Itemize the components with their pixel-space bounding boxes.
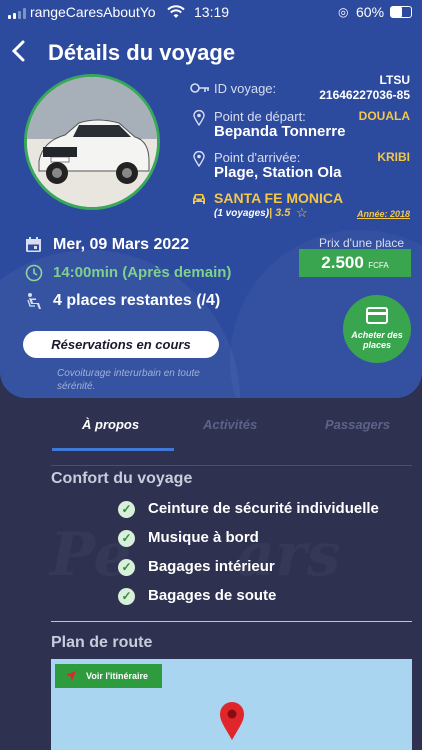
check-icon: ✓ <box>118 588 135 605</box>
trip-id-label: ID voyage: <box>214 81 277 96</box>
clock-icon <box>25 264 43 282</box>
carrier-name: rangeCaresAboutYo <box>30 4 156 20</box>
car-photo <box>24 74 160 210</box>
price-badge: 2.500 FCFA <box>299 249 411 277</box>
clock-time: 13:19 <box>194 4 230 20</box>
navigation-arrow-icon <box>66 671 76 681</box>
comfort-item: Bagages intérieur <box>148 558 275 575</box>
wifi-icon <box>167 5 185 18</box>
departure-label: Point de départ: <box>214 109 306 124</box>
arrival-place: Plage, Station Ola <box>214 164 342 181</box>
map-pin-icon <box>220 702 244 740</box>
signal-icon <box>8 8 28 19</box>
status-bar: rangeCaresAboutYo 13:19 ◎ 60% <box>0 0 422 24</box>
chevron-left-icon <box>11 40 25 62</box>
car-rating: | 3.5 <box>269 207 291 219</box>
calendar-icon <box>26 237 41 252</box>
tab-a-propos[interactable]: À propos <box>82 417 139 432</box>
price-currency: FCFA <box>368 261 389 270</box>
comfort-section-title: Confort du voyage <box>51 470 193 487</box>
divider <box>51 621 412 622</box>
divider <box>51 465 412 466</box>
battery-percentage: 60% <box>356 4 385 20</box>
arrival-city: KRIBI <box>377 150 410 164</box>
departure-place: Bepanda Tonnerre <box>214 123 346 140</box>
view-route-button[interactable]: Voir l'itinéraire <box>55 664 162 688</box>
trip-id-value-line1: LTSU <box>379 73 410 87</box>
location-pin-icon <box>193 110 205 126</box>
buy-seats-button[interactable]: Acheter des places <box>343 295 411 363</box>
check-icon: ✓ <box>118 559 135 576</box>
key-icon <box>190 83 209 93</box>
star-icon: ☆ <box>296 205 308 220</box>
price-label: Prix d'une place <box>319 236 405 250</box>
orientation-lock-icon: ◎ <box>338 5 349 19</box>
car-trip-count: (1 voyages) <box>214 208 270 219</box>
back-button[interactable] <box>10 38 26 68</box>
battery-icon <box>390 6 412 18</box>
comfort-item: Musique à bord <box>148 529 259 546</box>
departure-city: DOUALA <box>358 109 410 123</box>
seat-icon <box>27 293 41 309</box>
check-icon: ✓ <box>118 530 135 547</box>
reservations-button[interactable]: Réservations en cours <box>23 331 219 358</box>
tab-activites[interactable]: Activités <box>203 417 257 432</box>
tab-passagers[interactable]: Passagers <box>325 417 390 432</box>
active-tab-indicator <box>52 448 174 451</box>
car-icon <box>193 194 205 204</box>
buy-seats-label-1: Acheter des <box>351 330 403 340</box>
view-route-label: Voir l'itinéraire <box>86 671 148 681</box>
comfort-item: Ceinture de sécurité individuelle <box>148 500 379 517</box>
seats-remaining: 4 places restantes (/4) <box>53 292 221 309</box>
route-section-title: Plan de route <box>51 634 153 651</box>
tagline-line2: sérénité. <box>57 381 96 392</box>
trip-time: 14:00min (Après demain) <box>53 264 232 281</box>
car-year: Année: 2018 <box>356 209 410 219</box>
check-icon: ✓ <box>118 501 135 518</box>
tagline-line1: Covoiturage interurbain en toute <box>57 368 200 379</box>
trip-date: Mer, 09 Mars 2022 <box>53 236 190 253</box>
buy-seats-label-2: places <box>362 340 392 350</box>
car-model: SANTA FE MONICA <box>214 190 344 206</box>
credit-card-icon <box>366 307 388 324</box>
arrival-label: Point d'arrivée: <box>214 150 301 165</box>
comfort-item: Bagages de soute <box>148 587 277 604</box>
page-title: Détails du voyage <box>48 40 236 65</box>
price-value: 2.500 <box>321 253 364 272</box>
location-pin-icon <box>193 151 205 167</box>
trip-id-value-line2: 21646227036-85 <box>319 88 410 102</box>
